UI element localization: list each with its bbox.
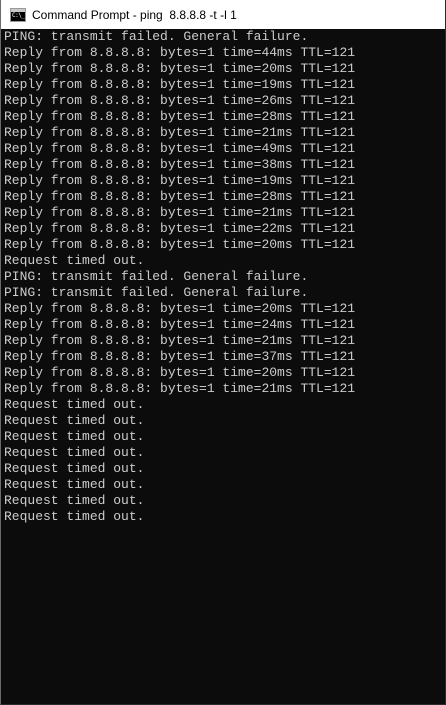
console-line: Reply from 8.8.8.8: bytes=1 time=21ms TT…	[4, 381, 356, 396]
console-line: Reply from 8.8.8.8: bytes=1 time=20ms TT…	[4, 61, 356, 76]
console-line: Reply from 8.8.8.8: bytes=1 time=28ms TT…	[4, 109, 356, 124]
console-line: Reply from 8.8.8.8: bytes=1 time=19ms TT…	[4, 77, 356, 92]
console-line: Request timed out.	[4, 445, 145, 460]
console-line: Reply from 8.8.8.8: bytes=1 time=22ms TT…	[4, 221, 356, 236]
console-line: Request timed out.	[4, 429, 145, 444]
console-line: Reply from 8.8.8.8: bytes=1 time=24ms TT…	[4, 317, 356, 332]
console-line: Reply from 8.8.8.8: bytes=1 time=20ms TT…	[4, 301, 356, 316]
console-line: PING: transmit failed. General failure.	[4, 285, 309, 300]
console-line: Request timed out.	[4, 461, 145, 476]
window-title: Command Prompt - ping 8.8.8.8 -t -l 1	[32, 7, 237, 22]
console-line: Reply from 8.8.8.8: bytes=1 time=21ms TT…	[4, 125, 356, 140]
console-line: Reply from 8.8.8.8: bytes=1 time=20ms TT…	[4, 365, 356, 380]
console-line: Reply from 8.8.8.8: bytes=1 time=28ms TT…	[4, 189, 356, 204]
console-line: Reply from 8.8.8.8: bytes=1 time=38ms TT…	[4, 157, 356, 172]
console-line: PING: transmit failed. General failure.	[4, 269, 309, 284]
console-line: Request timed out.	[4, 413, 145, 428]
console-line: Request timed out.	[4, 397, 145, 412]
console-line: Reply from 8.8.8.8: bytes=1 time=44ms TT…	[4, 45, 356, 60]
console-line: Reply from 8.8.8.8: bytes=1 time=21ms TT…	[4, 205, 356, 220]
console-line: Reply from 8.8.8.8: bytes=1 time=49ms TT…	[4, 141, 356, 156]
console-line: PING: transmit failed. General failure.	[4, 29, 309, 44]
console-line: Reply from 8.8.8.8: bytes=1 time=20ms TT…	[4, 237, 356, 252]
title-bar[interactable]: C:\_ Command Prompt - ping 8.8.8.8 -t -l…	[1, 0, 445, 29]
console-line: Reply from 8.8.8.8: bytes=1 time=21ms TT…	[4, 333, 356, 348]
console-line: Reply from 8.8.8.8: bytes=1 time=19ms TT…	[4, 173, 356, 188]
console-line: Request timed out.	[4, 253, 145, 268]
console-line: Request timed out.	[4, 509, 145, 524]
console-output[interactable]: PING: transmit failed. General failure. R…	[4, 29, 445, 704]
cmd-icon-glyph: C:\_	[12, 11, 25, 19]
console-line: Request timed out.	[4, 477, 145, 492]
console-line: Reply from 8.8.8.8: bytes=1 time=26ms TT…	[4, 93, 356, 108]
command-prompt-window: C:\_ Command Prompt - ping 8.8.8.8 -t -l…	[0, 0, 446, 705]
console-line: Request timed out.	[4, 493, 145, 508]
cmd-icon[interactable]: C:\_	[10, 7, 26, 22]
console-line: Reply from 8.8.8.8: bytes=1 time=37ms TT…	[4, 349, 356, 364]
